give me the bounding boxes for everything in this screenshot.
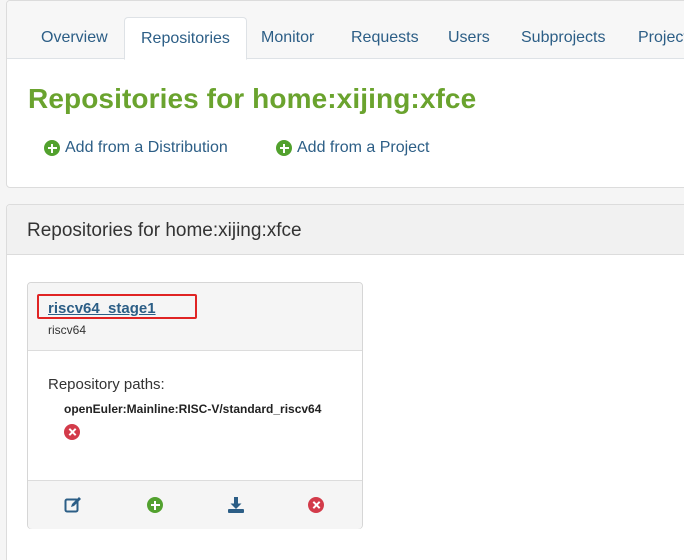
project-tabs: Overview Repositories Monitor Requests U… xyxy=(7,1,684,60)
download-repository-button[interactable] xyxy=(227,496,245,519)
remove-path-icon[interactable] xyxy=(64,424,80,440)
edit-repository-button[interactable] xyxy=(64,496,82,519)
add-from-distribution-link[interactable]: Add from a Distribution xyxy=(44,139,228,157)
plus-circle-icon xyxy=(44,140,60,156)
download-icon xyxy=(228,497,244,513)
tab-requests[interactable]: Requests xyxy=(351,17,419,59)
repository-paths-label: Repository paths: xyxy=(48,376,165,393)
repository-footer xyxy=(28,480,362,529)
repository-box: riscv64_stage1 riscv64 Repository paths:… xyxy=(27,282,363,529)
repository-name-link[interactable]: riscv64_stage1 xyxy=(48,300,156,317)
repository-header: riscv64_stage1 riscv64 xyxy=(28,283,362,351)
repository-arch: riscv64 xyxy=(48,323,87,337)
tab-users[interactable]: Users xyxy=(448,17,490,59)
add-from-distribution-label: Add from a Distribution xyxy=(65,139,228,156)
repositories-card-title: Repositories for home:xijing:xfce xyxy=(27,220,302,241)
project-header-card: Overview Repositories Monitor Requests U… xyxy=(6,0,684,188)
repositories-card-header: Repositories for home:xijing:xfce xyxy=(7,205,684,255)
tab-monitor[interactable]: Monitor xyxy=(261,17,314,59)
add-from-project-link[interactable]: Add from a Project xyxy=(276,139,430,157)
repository-path-item: openEuler:Mainline:RISC-V/standard_riscv… xyxy=(64,402,322,416)
tab-overview[interactable]: Overview xyxy=(41,17,108,59)
delete-repository-button[interactable] xyxy=(308,497,324,513)
edit-icon xyxy=(64,497,81,513)
page-title: Repositories for home:xijing:xfce xyxy=(28,83,477,114)
add-from-project-label: Add from a Project xyxy=(297,139,430,156)
plus-circle-icon xyxy=(276,140,292,156)
tab-subprojects[interactable]: Subprojects xyxy=(521,17,606,59)
tab-project[interactable]: Project xyxy=(638,17,684,59)
tab-repositories[interactable]: Repositories xyxy=(124,17,247,60)
add-path-button[interactable] xyxy=(147,497,163,513)
